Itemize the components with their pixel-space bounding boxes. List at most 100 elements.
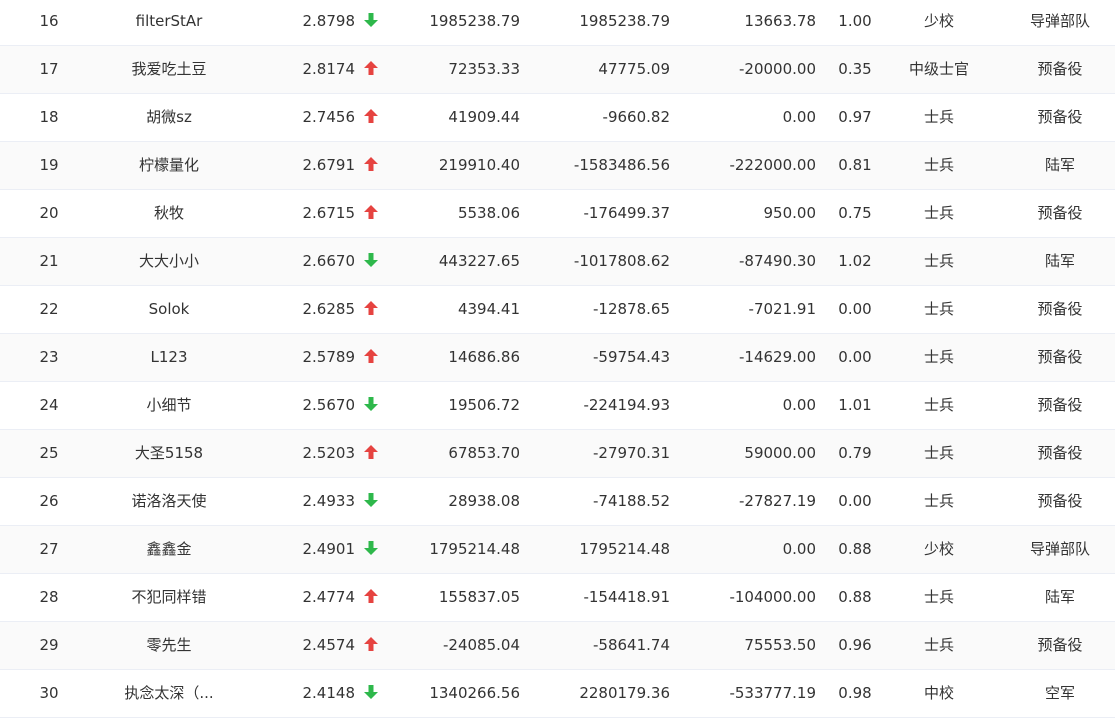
value1-cell: 1795214.48 (429, 540, 520, 558)
table-row[interactable]: 21 大大小小 2.6670 443227.65 -1017808.62 -87490.3… (0, 238, 1115, 286)
rank-cell: 21 (39, 252, 59, 270)
value2-cell: -9660.82 (602, 108, 670, 126)
value1-cell: 67853.70 (448, 444, 520, 462)
value1-cell: 14686.86 (448, 348, 520, 366)
unit-cell: 预备役 (1037, 348, 1083, 366)
value3-cell: -533777.19 (729, 684, 816, 702)
value1-cell: 5538.06 (457, 204, 520, 222)
value3-cell: 59000.00 (744, 444, 816, 462)
table-row[interactable]: 27 鑫鑫金 2.4901 1795214.48 1795214.48 0.00 0.88 少… (0, 526, 1115, 574)
score-cell: 2.4901 (302, 540, 356, 558)
value3-cell: 0.00 (782, 108, 816, 126)
rank-cell: 28 (39, 588, 59, 606)
value2-cell: -224194.93 (583, 396, 670, 414)
value1-cell: 41909.44 (448, 108, 520, 126)
table-row[interactable]: 24 小细节 2.5670 19506.72 -224194.93 0.00 1.01 士兵 预… (0, 382, 1115, 430)
table-row[interactable]: 26 诺洛洛天使 2.4933 28938.08 -74188.52 -27827.19 0… (0, 478, 1115, 526)
table-row[interactable]: 25 大圣5158 2.5203 67853.70 -27970.31 59000.00 0… (0, 430, 1115, 478)
unit-cell: 预备役 (1037, 204, 1083, 222)
name-cell: 不犯同样错 (131, 588, 207, 606)
ratio-cell: 0.79 (838, 444, 872, 462)
table-row[interactable]: 23 L123 2.5789 14686.86 -59754.43 -14629.00 0.… (0, 334, 1115, 382)
military-rank-cell: 士兵 (923, 108, 954, 126)
ratio-cell: 1.00 (838, 12, 872, 30)
military-rank-cell: 中级士官 (908, 60, 969, 78)
rank-cell: 18 (39, 108, 59, 126)
arrow-up-icon (363, 430, 383, 477)
value3-cell: 13663.78 (744, 12, 816, 30)
ratio-cell: 0.00 (838, 300, 872, 318)
ratio-cell: 0.00 (838, 348, 872, 366)
table-row[interactable]: 30 执念太深（... 2.4148 1340266.56 2280179.36 -533… (0, 670, 1115, 718)
ratio-cell: 0.96 (838, 636, 872, 654)
unit-cell: 预备役 (1037, 444, 1083, 462)
rank-cell: 20 (39, 204, 59, 222)
value2-cell: -58641.74 (593, 636, 670, 654)
military-rank-cell: 士兵 (923, 156, 954, 174)
value3-cell: 0.00 (782, 540, 816, 558)
score-cell: 2.8798 (302, 12, 356, 30)
score-cell: 2.7456 (302, 108, 356, 126)
ratio-cell: 0.88 (838, 540, 872, 558)
value1-cell: 4394.41 (457, 300, 520, 318)
value1-cell: 443227.65 (438, 252, 520, 270)
table-row[interactable]: 19 柠檬量化 2.6791 219910.40 -1583486.56 -222000.… (0, 142, 1115, 190)
value2-cell: -74188.52 (593, 492, 670, 510)
value2-cell: 2280179.36 (579, 684, 670, 702)
name-cell: filterStAr (135, 12, 203, 30)
arrow-down-icon (363, 0, 383, 45)
value3-cell: 0.00 (782, 396, 816, 414)
value1-cell: 1340266.56 (429, 684, 520, 702)
rank-cell: 25 (39, 444, 59, 462)
military-rank-cell: 士兵 (923, 348, 954, 366)
score-cell: 2.5670 (302, 396, 356, 414)
name-cell: 大圣5158 (134, 444, 204, 462)
rank-cell: 30 (39, 684, 59, 702)
table-row[interactable]: 17 我爱吃土豆 2.8174 72353.33 47775.09 -20000.00 0.… (0, 46, 1115, 94)
name-cell: 秋牧 (153, 204, 184, 222)
rank-cell: 26 (39, 492, 59, 510)
table-row[interactable]: 29 零先生 2.4574 -24085.04 -58641.74 75553.50 0.9… (0, 622, 1115, 670)
name-cell: 柠檬量化 (138, 156, 199, 174)
unit-cell: 空军 (1044, 684, 1075, 702)
name-cell: 鑫鑫金 (146, 540, 192, 558)
value3-cell: -222000.00 (729, 156, 816, 174)
rank-cell: 16 (39, 12, 59, 30)
table-row[interactable]: 18 胡微sz 2.7456 41909.44 -9660.82 0.00 0.97 士兵 预备… (0, 94, 1115, 142)
score-cell: 2.5203 (302, 444, 356, 462)
value3-cell: -7021.91 (748, 300, 816, 318)
ratio-cell: 0.81 (838, 156, 872, 174)
table-row[interactable]: 20 秋牧 2.6715 5538.06 -176499.37 950.00 0.75 士兵 预… (0, 190, 1115, 238)
table-row[interactable]: 22 Solok 2.6285 4394.41 -12878.65 -7021.91 0.0… (0, 286, 1115, 334)
military-rank-cell: 少校 (923, 540, 954, 558)
military-rank-cell: 少校 (923, 12, 954, 30)
value2-cell: -154418.91 (583, 588, 670, 606)
ranking-table: 16 filterStAr 2.8798 1985238.79 1985238.79 13… (0, 0, 1115, 718)
rank-cell: 24 (39, 396, 59, 414)
military-rank-cell: 士兵 (923, 252, 954, 270)
arrow-up-icon (363, 46, 383, 93)
unit-cell: 预备役 (1037, 636, 1083, 654)
value2-cell: -1017808.62 (573, 252, 670, 270)
military-rank-cell: 士兵 (923, 396, 954, 414)
ratio-cell: 0.98 (838, 684, 872, 702)
ratio-cell: 1.01 (838, 396, 872, 414)
arrow-up-icon (363, 142, 383, 189)
military-rank-cell: 士兵 (923, 636, 954, 654)
name-cell: 胡微sz (146, 108, 192, 126)
rank-cell: 27 (39, 540, 59, 558)
rank-cell: 23 (39, 348, 59, 366)
table-row[interactable]: 16 filterStAr 2.8798 1985238.79 1985238.79 13… (0, 0, 1115, 46)
value1-cell: 19506.72 (448, 396, 520, 414)
name-cell: L123 (150, 348, 188, 366)
military-rank-cell: 士兵 (923, 204, 954, 222)
arrow-down-icon (363, 238, 383, 285)
value2-cell: -27970.31 (593, 444, 670, 462)
arrow-up-icon (363, 574, 383, 621)
table-row[interactable]: 28 不犯同样错 2.4774 155837.05 -154418.91 -104000.… (0, 574, 1115, 622)
unit-cell: 导弹部队 (1029, 12, 1090, 30)
score-cell: 2.8174 (302, 60, 356, 78)
value1-cell: -24085.04 (443, 636, 520, 654)
score-cell: 2.4574 (302, 636, 356, 654)
value2-cell: 47775.09 (598, 60, 670, 78)
